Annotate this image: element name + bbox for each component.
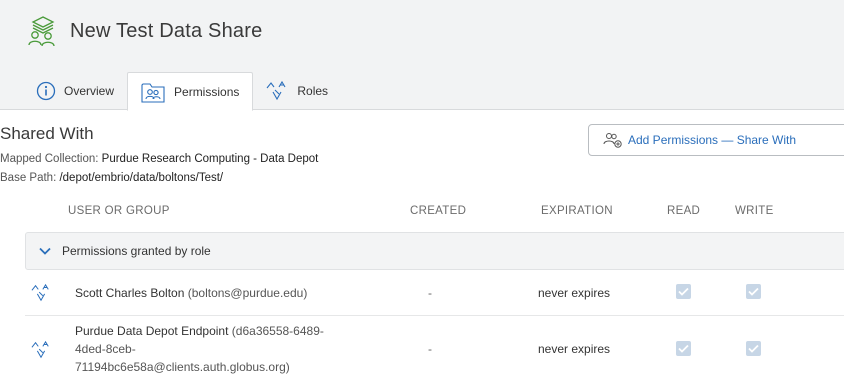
table-row: Scott Charles Bolton (boltons@purdue.edu… (25, 271, 844, 316)
principal-display-name: Scott Charles Bolton (75, 286, 185, 300)
expiration-value: never expires (538, 286, 611, 300)
base-path-label: Base Path: (0, 172, 57, 184)
created-value: - (428, 342, 432, 356)
principal-line-1: Purdue Data Depot Endpoint (d6a36558-648… (75, 322, 324, 340)
principal-line-3: 71194bc6e58a@clients.auth.globus.org) (75, 360, 290, 374)
section-title: Shared With (0, 124, 94, 143)
col-header-read: READ (667, 205, 701, 217)
write-checkbox[interactable] (746, 284, 761, 299)
created-value: - (428, 286, 432, 300)
base-path: Base Path: /depot/embrio/data/boltons/Te… (0, 172, 223, 184)
read-checkbox[interactable] (676, 284, 691, 299)
add-permissions-button[interactable]: Add Permissions — Share With (588, 124, 844, 156)
shared-with-section: Shared With Mapped Collection: Purdue Re… (0, 0, 844, 379)
table-row: Purdue Data Depot Endpoint (d6a36558-648… (25, 316, 844, 379)
role-group-toggle[interactable]: Permissions granted by role (25, 232, 844, 270)
mapped-collection-label: Mapped Collection: (0, 153, 99, 165)
role-icon (31, 340, 49, 359)
principal-identity: (d6a36558-6489- (231, 324, 324, 338)
chevron-down-icon (39, 247, 51, 255)
col-header-write: WRITE (735, 205, 774, 217)
add-permissions-label: Add Permissions — Share With (628, 133, 797, 147)
col-header-user[interactable]: USER OR GROUP (68, 205, 170, 217)
mapped-collection-link[interactable]: Purdue Research Computing - Data Depot (102, 153, 319, 165)
mapped-collection: Mapped Collection: Purdue Research Compu… (0, 153, 318, 165)
principal-display-name: Purdue Data Depot Endpoint (75, 324, 229, 338)
checkmark-icon (748, 344, 759, 353)
add-user-icon (603, 133, 622, 148)
principal-name: Purdue Data Depot Endpoint (d6a36558-648… (75, 322, 324, 376)
col-header-created[interactable]: CREATED (410, 205, 466, 217)
role-icon (31, 283, 49, 302)
base-path-value: /depot/embrio/data/boltons/Test/ (59, 172, 224, 184)
principal-name: Scott Charles Bolton (boltons@purdue.edu… (75, 286, 307, 300)
role-group-label: Permissions granted by role (62, 244, 211, 258)
principal-line-2: 4ded-8ceb- (75, 342, 136, 356)
expiration-value: never expires (538, 342, 611, 356)
checkmark-icon (748, 287, 759, 296)
principal-identity: (boltons@purdue.edu) (187, 286, 308, 300)
col-header-expiration[interactable]: EXPIRATION (541, 205, 613, 217)
checkmark-icon (678, 344, 689, 353)
checkmark-icon (678, 287, 689, 296)
write-checkbox[interactable] (746, 341, 761, 356)
read-checkbox[interactable] (676, 341, 691, 356)
